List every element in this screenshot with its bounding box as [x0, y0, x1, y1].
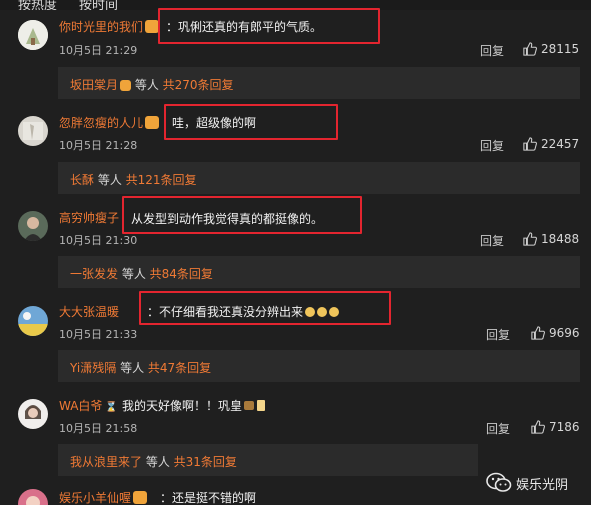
sort-tab-hot[interactable]: 按热度: [18, 0, 57, 10]
sub-reply-others: 等人: [131, 78, 163, 92]
reply-button[interactable]: 回复: [480, 42, 504, 59]
highlight-box: [158, 8, 380, 44]
avatar[interactable]: [18, 211, 48, 241]
username[interactable]: 娱乐小羊仙喔: [59, 489, 148, 505]
sub-reply-count[interactable]: 共31条回复: [174, 455, 237, 469]
sub-reply-user[interactable]: 坂田棠月: [70, 78, 118, 92]
reply-button[interactable]: 回复: [486, 326, 510, 343]
timestamp: 10月5日 21:33: [59, 328, 138, 341]
username-text[interactable]: 你时光里的我们: [59, 20, 143, 34]
badge-icon: [120, 80, 132, 91]
like-count: 7186: [549, 420, 580, 434]
avatar[interactable]: [18, 116, 48, 146]
like-count: 22457: [541, 137, 580, 151]
timestamp: 10月5日 21:28: [59, 139, 138, 152]
highlight-box: [122, 196, 362, 234]
username-text[interactable]: 忽胖忽瘦的人儿: [59, 116, 143, 130]
like-count: 18488: [541, 232, 580, 246]
username-text[interactable]: 娱乐小羊仙喔: [59, 491, 131, 505]
avatar[interactable]: [18, 489, 48, 505]
username[interactable]: 高穷帅瘦子: [59, 209, 119, 226]
avatar-image: [18, 116, 48, 146]
vip-badge-icon: [145, 116, 160, 129]
sub-replies-box[interactable]: 坂田棠月 等人 共270条回复: [58, 67, 580, 99]
beer-emoji-icon: [257, 400, 266, 411]
reply-button[interactable]: 回复: [480, 232, 504, 249]
like-count: 28115: [541, 42, 580, 56]
like-button[interactable]: 22457: [523, 137, 579, 151]
sub-reply-user[interactable]: Yi潇残隔: [70, 361, 116, 375]
sub-reply-user[interactable]: 长酥: [70, 173, 94, 187]
timestamp: 10月5日 21:30: [59, 234, 138, 247]
username[interactable]: 大大张温暖: [59, 303, 119, 320]
like-button[interactable]: 7186: [531, 420, 580, 434]
sub-replies-box[interactable]: Yi潇残隔 等人 共47条回复: [58, 350, 580, 382]
avatar-image: [18, 211, 48, 241]
sub-reply-others: 等人: [142, 455, 174, 469]
sub-reply-user[interactable]: 一张发发: [70, 267, 118, 281]
timestamp: 10月5日 21:29: [59, 44, 138, 57]
avatar-image: [18, 489, 48, 505]
thumbs-up-icon: [523, 232, 537, 246]
username[interactable]: 忽胖忽瘦的人儿: [59, 114, 160, 131]
sub-replies-box[interactable]: 我从浪里来了 等人 共31条回复: [58, 444, 478, 476]
sub-reply-user[interactable]: 我从浪里来了: [70, 455, 142, 469]
watermark: 娱乐光阴: [486, 470, 581, 498]
highlight-box: [139, 291, 391, 325]
avatar-image: [18, 399, 48, 429]
sub-reply-count[interactable]: 共84条回复: [150, 267, 213, 281]
horse-emoji-icon: [244, 401, 255, 410]
comment-text: ：还是挺不错的啊: [160, 491, 257, 505]
thumbs-up-icon: [523, 137, 537, 151]
sub-reply-others: 等人: [118, 267, 150, 281]
avatar[interactable]: [18, 306, 48, 336]
thumbs-up-icon: [531, 326, 545, 340]
sub-replies-box[interactable]: 长酥 等人 共121条回复: [58, 162, 580, 194]
like-count: 9696: [549, 326, 580, 340]
like-button[interactable]: 9696: [531, 326, 580, 340]
avatar-image: [18, 20, 48, 50]
sub-reply-count[interactable]: 共47条回复: [148, 361, 211, 375]
thumbs-up-icon: [531, 420, 545, 434]
comment-text: ：我的天好像啊！！巩皇: [110, 397, 266, 414]
sub-reply-others: 等人: [94, 173, 126, 187]
thumbs-up-icon: [523, 42, 537, 56]
sort-tab-time[interactable]: 按时间: [79, 0, 118, 10]
vip-badge-icon: [145, 20, 160, 33]
sub-replies-box[interactable]: 一张发发 等人 共84条回复: [58, 256, 580, 288]
avatar[interactable]: [18, 20, 48, 50]
vip-badge-icon: [133, 491, 148, 504]
comment-text-content: ：我的天好像啊！！巩皇: [110, 399, 243, 413]
sub-reply-others: 等人: [116, 361, 148, 375]
like-button[interactable]: 28115: [523, 42, 579, 56]
timestamp: 10月5日 21:58: [59, 422, 138, 435]
avatar-image: [18, 306, 48, 336]
sub-reply-count[interactable]: 共121条回复: [126, 173, 197, 187]
like-button[interactable]: 18488: [523, 232, 579, 246]
reply-button[interactable]: 回复: [486, 420, 510, 437]
reply-button[interactable]: 回复: [480, 137, 504, 154]
watermark-text: 娱乐光阴: [516, 478, 569, 493]
username[interactable]: 你时光里的我们: [59, 18, 160, 35]
avatar[interactable]: [18, 399, 48, 429]
wechat-icon: [486, 472, 512, 492]
username-text[interactable]: WA白爷: [59, 399, 102, 413]
highlight-box: [164, 104, 338, 140]
sub-reply-count[interactable]: 共270条回复: [163, 78, 234, 92]
username-text[interactable]: 高穷帅瘦子: [59, 211, 119, 225]
username-text[interactable]: 大大张温暖: [59, 305, 119, 319]
